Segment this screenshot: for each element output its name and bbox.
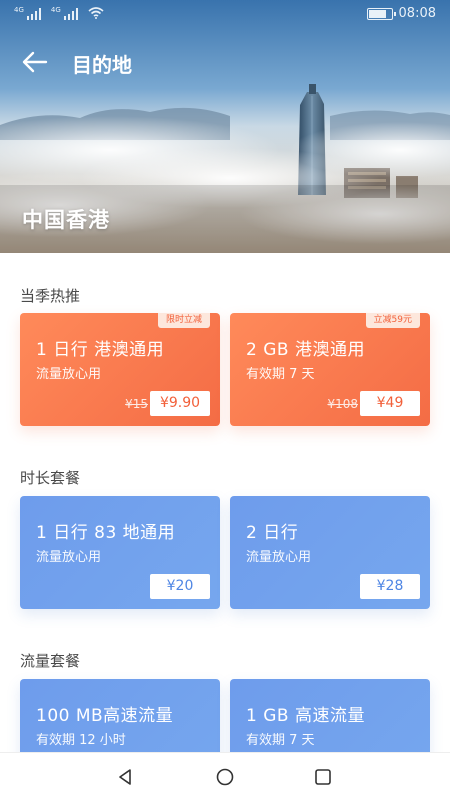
package-subtitle: 有效期 12 小时 xyxy=(36,733,126,748)
arrow-left-icon xyxy=(22,51,48,73)
system-back-button[interactable] xyxy=(114,766,136,788)
package-subtitle: 有效期 7 天 xyxy=(246,367,315,382)
package-name: 2 日行 xyxy=(246,523,299,543)
price-button[interactable]: ¥49 xyxy=(360,391,420,416)
system-home-button[interactable] xyxy=(214,766,236,788)
price-button[interactable]: ¥20 xyxy=(150,574,210,599)
page-title: 目的地 xyxy=(72,53,132,77)
signal-strength-icon: 4G xyxy=(51,6,78,20)
square-recents-icon xyxy=(315,769,331,785)
package-card-data-1[interactable]: 100 MB高速流量 有效期 12 小时 xyxy=(20,679,220,753)
system-recents-button[interactable] xyxy=(312,766,334,788)
promo-badge: 立减59元 xyxy=(365,313,420,328)
destination-hero: 4G 4G 08:08 目的地 中国香港 xyxy=(0,0,450,253)
battery-icon xyxy=(366,7,396,20)
section-title-duration: 时长套餐 xyxy=(20,469,81,487)
circle-home-icon xyxy=(216,768,234,786)
system-navigation-bar xyxy=(0,752,450,800)
original-price: ¥108 xyxy=(327,397,358,411)
triangle-back-icon xyxy=(119,769,131,785)
package-name: 1 GB 高速流量 xyxy=(246,706,365,726)
section-title-data: 流量套餐 xyxy=(20,652,81,670)
package-list[interactable]: 当季热推 限时立减 1 日行 港澳通用 流量放心用 ¥15 ¥9.90 立减59… xyxy=(0,253,450,753)
package-subtitle: 流量放心用 xyxy=(246,550,312,565)
destination-name: 中国香港 xyxy=(22,208,110,232)
status-time: 08:08 xyxy=(398,6,436,21)
package-subtitle: 流量放心用 xyxy=(36,367,102,382)
original-price: ¥15 xyxy=(125,397,148,411)
price-button[interactable]: ¥28 xyxy=(360,574,420,599)
section-title-hot: 当季热推 xyxy=(20,287,81,305)
package-card-duration-1[interactable]: 1 日行 83 地通用 流量放心用 ¥20 xyxy=(20,496,220,609)
wifi-icon xyxy=(88,7,104,19)
network-type-label: 4G xyxy=(14,6,24,14)
package-card-duration-2[interactable]: 2 日行 流量放心用 ¥28 xyxy=(230,496,430,609)
package-card-hot-2[interactable]: 立减59元 2 GB 港澳通用 有效期 7 天 ¥108 ¥49 xyxy=(230,313,430,426)
package-name: 1 日行 港澳通用 xyxy=(36,340,165,360)
package-card-hot-1[interactable]: 限时立减 1 日行 港澳通用 流量放心用 ¥15 ¥9.90 xyxy=(20,313,220,426)
signal-strength-icon: 4G xyxy=(14,6,41,20)
package-subtitle: 流量放心用 xyxy=(36,550,102,565)
status-bar: 4G 4G 08:08 xyxy=(0,0,450,30)
top-navigation: 目的地 xyxy=(0,42,450,82)
back-button[interactable] xyxy=(20,48,50,76)
network-type-label: 4G xyxy=(50,6,61,14)
price-button[interactable]: ¥9.90 xyxy=(150,391,210,416)
package-name: 2 GB 港澳通用 xyxy=(246,340,365,360)
package-name: 100 MB高速流量 xyxy=(36,706,174,726)
package-subtitle: 有效期 7 天 xyxy=(246,733,315,748)
package-name: 1 日行 83 地通用 xyxy=(36,523,176,543)
promo-badge: 限时立减 xyxy=(157,313,210,328)
package-card-data-2[interactable]: 1 GB 高速流量 有效期 7 天 xyxy=(230,679,430,753)
